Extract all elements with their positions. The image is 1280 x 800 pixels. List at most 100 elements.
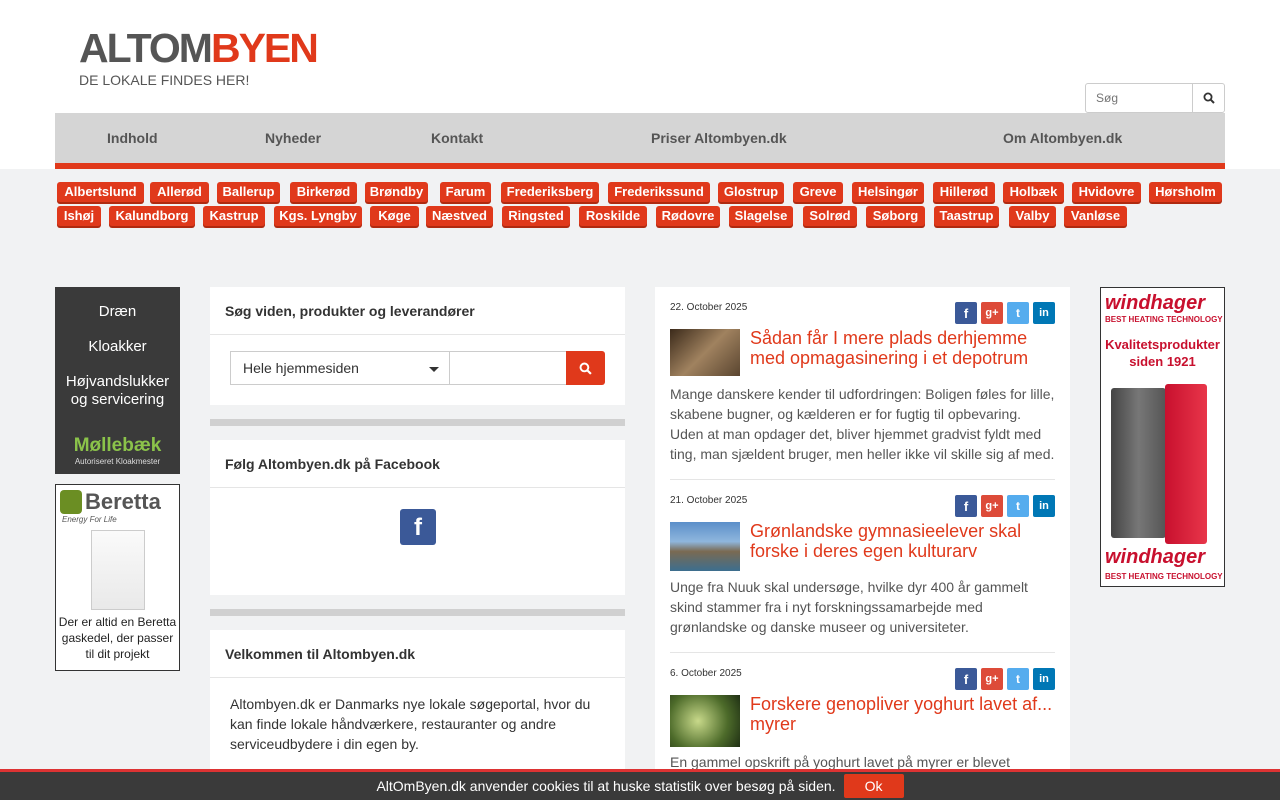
twitter-share-icon[interactable]: t [1007, 302, 1029, 324]
news-date: 6. October 2025 [670, 668, 742, 679]
facebook-share-icon[interactable]: f [955, 495, 977, 517]
site-tagline: DE LOKALE FINDES HER! [79, 72, 250, 88]
search-input[interactable] [1085, 83, 1193, 113]
windhager-logo: windhager [1105, 292, 1206, 314]
cookie-ok-button[interactable]: Ok [843, 774, 904, 798]
search-panel-title: Søg viden, produkter og leverandører [210, 287, 625, 335]
search-button[interactable] [1193, 83, 1225, 113]
city-tag[interactable]: Albertslund [57, 182, 144, 202]
nav-nyheder[interactable]: Nyheder [265, 113, 321, 163]
main-nav: Indhold Nyheder Kontakt Priser Altombyen… [55, 113, 1225, 163]
twitter-share-icon[interactable]: t [1007, 668, 1029, 690]
nav-indhold[interactable]: Indhold [107, 113, 158, 163]
mollebaek-logo: Møllebæk [73, 435, 162, 456]
search-icon [579, 362, 592, 375]
search-scope-select[interactable]: Hele hjemmesiden [230, 351, 450, 385]
share-buttons: f g+ t in [955, 495, 1055, 517]
city-tag[interactable]: Ballerup [217, 182, 280, 202]
city-tag[interactable]: Vanløse [1064, 206, 1127, 226]
city-tag[interactable]: Ishøj [57, 206, 101, 226]
city-tag[interactable]: Brøndby [365, 182, 428, 202]
news-item: 22. October 2025 f g+ t in Sådan får I m… [670, 302, 1055, 482]
facebook-share-icon[interactable]: f [955, 668, 977, 690]
panel-separator [210, 419, 625, 426]
cookie-banner: AltOmByen.dk anvender cookies til at hus… [0, 769, 1280, 800]
city-tag[interactable]: Kalundborg [109, 206, 195, 226]
news-title[interactable]: Sådan får I mere plads derhjemme med opm… [750, 328, 1060, 368]
facebook-panel-title: Følg Altombyen.dk på Facebook [210, 440, 625, 488]
city-tag[interactable]: Hvidovre [1072, 182, 1141, 202]
beretta-logo: Beretta [60, 489, 179, 515]
city-tag[interactable]: Holbæk [1003, 182, 1064, 202]
facebook-share-icon[interactable]: f [955, 302, 977, 324]
share-buttons: f g+ t in [955, 302, 1055, 324]
city-tag[interactable]: Kgs. Lyngby [274, 206, 362, 226]
city-tag[interactable]: Køge [370, 206, 419, 226]
boiler-image [90, 530, 145, 610]
search-panel: Søg viden, produkter og leverandører Hel… [210, 287, 625, 405]
facebook-follow-button[interactable]: f [400, 509, 436, 545]
news-thumbnail[interactable] [670, 522, 740, 571]
city-tag[interactable]: Allerød [150, 182, 209, 202]
city-tag[interactable]: Næstved [426, 206, 493, 226]
news-divider [670, 479, 1055, 480]
city-tag[interactable]: Greve [793, 182, 843, 202]
cookie-text: AltOmByen.dk anvender cookies til at hus… [376, 778, 836, 794]
city-tag[interactable]: Valby [1009, 206, 1056, 226]
linkedin-share-icon[interactable]: in [1033, 668, 1055, 690]
city-tag[interactable]: Søborg [866, 206, 925, 226]
city-tag[interactable]: Taastrup [934, 206, 999, 226]
city-tag[interactable]: Helsingør [852, 182, 924, 202]
city-tag[interactable]: Kastrup [203, 206, 265, 226]
google-plus-share-icon[interactable]: g+ [981, 495, 1003, 517]
nav-underline [55, 163, 1225, 169]
twitter-share-icon[interactable]: t [1007, 495, 1029, 517]
news-feed: 22. October 2025 f g+ t in Sådan får I m… [655, 287, 1070, 800]
city-tag[interactable]: Farum [440, 182, 491, 202]
city-tag[interactable]: Solrød [803, 206, 857, 226]
ad-windhager[interactable]: windhager BEST HEATING TECHNOLOGY Kvalit… [1100, 287, 1225, 587]
ad-mollebaek[interactable]: Dræn Kloakker Højvandslukker og servicer… [55, 287, 180, 474]
boiler-image-red [1165, 384, 1207, 544]
city-tag[interactable]: Roskilde [579, 206, 647, 226]
search-icon [1203, 92, 1215, 104]
ad-beretta[interactable]: Beretta Energy For Life Der er altid en … [55, 484, 180, 671]
city-tag[interactable]: Glostrup [718, 182, 784, 202]
welcome-text: Altombyen.dk er Danmarks nye lokale søge… [230, 696, 591, 752]
news-item: 21. October 2025 f g+ t in Grønlandske g… [670, 495, 1055, 645]
city-tag[interactable]: Birkerød [290, 182, 357, 202]
google-plus-share-icon[interactable]: g+ [981, 302, 1003, 324]
news-title[interactable]: Forskere genopliver yoghurt lavet af... … [750, 694, 1060, 734]
google-plus-share-icon[interactable]: g+ [981, 668, 1003, 690]
linkedin-share-icon[interactable]: in [1033, 495, 1055, 517]
facebook-icon: f [414, 514, 422, 541]
news-date: 22. October 2025 [670, 302, 748, 313]
nav-om[interactable]: Om Altombyen.dk [1003, 113, 1122, 163]
city-tag[interactable]: Frederikssund [608, 182, 710, 202]
city-tag[interactable]: Slagelse [729, 206, 793, 226]
linkedin-share-icon[interactable]: in [1033, 302, 1055, 324]
news-title[interactable]: Grønlandske gymnasieelever skal forske i… [750, 521, 1060, 561]
boiler-image-grey [1111, 388, 1166, 538]
search-submit-button[interactable] [566, 351, 605, 385]
city-tag[interactable]: Frederiksberg [501, 182, 599, 202]
share-buttons: f g+ t in [955, 668, 1055, 690]
news-thumbnail[interactable] [670, 695, 740, 747]
city-tag[interactable]: Ringsted [502, 206, 570, 226]
facebook-panel: Følg Altombyen.dk på Facebook f [210, 440, 625, 595]
search-query-input[interactable] [449, 351, 567, 385]
site-logo[interactable]: ALTOMBYEN [79, 26, 319, 70]
news-body: Mange danskere kender til udfordringen: … [670, 386, 1055, 462]
news-divider [670, 652, 1055, 653]
beretta-emblem [60, 490, 82, 514]
city-tag[interactable]: Hørsholm [1149, 182, 1222, 202]
nav-priser[interactable]: Priser Altombyen.dk [651, 113, 787, 163]
news-thumbnail[interactable] [670, 329, 740, 376]
nav-kontakt[interactable]: Kontakt [431, 113, 483, 163]
news-body: Unge fra Nuuk skal undersøge, hvilke dyr… [670, 579, 1028, 635]
windhager-logo-bottom: windhager [1105, 546, 1206, 568]
news-date: 21. October 2025 [670, 495, 748, 506]
header-search [1085, 83, 1225, 113]
city-tag[interactable]: Hillerød [933, 182, 995, 202]
city-tag[interactable]: Rødovre [656, 206, 720, 226]
